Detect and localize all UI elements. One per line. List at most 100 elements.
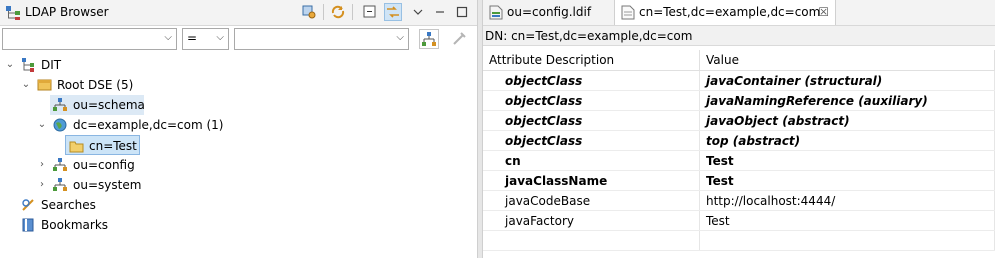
tab-ou-config-ldif[interactable]: ou=config.ldif: [483, 0, 611, 25]
table-row[interactable]: objectClass javaObject (abstract): [483, 110, 995, 131]
bookmarks-icon: [22, 218, 34, 232]
entry-file-icon: [621, 5, 635, 20]
clear-filter-button[interactable]: [449, 29, 469, 49]
chevron-down-icon: [413, 9, 423, 15]
tree-item-label: ou=config: [73, 158, 135, 172]
tree-item-label: dc=example,dc=com (1): [73, 118, 224, 132]
link-with-editor-icon: [302, 5, 316, 19]
link-with-editor-toggle[interactable]: [384, 3, 402, 21]
dit-icon: [22, 58, 34, 72]
link-icon: [387, 6, 399, 18]
searches-icon: [22, 199, 34, 211]
ldap-browser-tab-bar: LDAP Browser: [0, 0, 477, 26]
entry-editor: ou=config.ldif cn=Test,dc=example,dc=com…: [483, 0, 995, 258]
tree-item-label: ou=schema: [73, 98, 145, 112]
refresh-button[interactable]: [329, 3, 347, 21]
tree-filter-icon: [422, 32, 436, 46]
tree-item-dc-example[interactable]: ⌄ dc=example,dc=com (1): [0, 115, 477, 135]
column-header-value[interactable]: Value: [699, 50, 995, 71]
attribute-value[interactable]: javaObject (abstract): [699, 110, 995, 131]
ldif-file-icon: [489, 5, 503, 20]
tree-item-label: Root DSE (5): [57, 78, 134, 92]
empty-cell: [483, 230, 700, 251]
ldap-browser-icon: [6, 6, 20, 20]
maximize-icon: [456, 6, 468, 18]
editor-tab-bar: ou=config.ldif cn=Test,dc=example,dc=com…: [483, 0, 995, 26]
operator-combo[interactable]: = ⌵: [182, 28, 229, 50]
clear-filter-icon: [453, 32, 466, 45]
minimize-button[interactable]: [431, 3, 449, 21]
chevron-down-icon: ⌵: [216, 32, 224, 43]
tree-item-label: ou=system: [73, 178, 142, 192]
attribute-name: objectClass: [483, 90, 700, 111]
attribute-value[interactable]: javaContainer (structural): [699, 70, 995, 91]
empty-cell: [699, 230, 995, 251]
table-row[interactable]: javaCodeBase http://localhost:4444/: [483, 190, 995, 211]
tree-item-label: Searches: [41, 198, 96, 212]
attribute-value[interactable]: Test: [699, 170, 995, 191]
value-combo[interactable]: ⌵: [234, 28, 409, 50]
attribute-name: javaFactory: [483, 210, 700, 231]
tree-item-label: cn=Test: [89, 139, 137, 153]
chevron-down-icon[interactable]: ⌄: [20, 75, 32, 95]
root-dse-icon: [37, 79, 52, 91]
entry-dn: DN: cn=Test,dc=example,dc=com: [483, 26, 995, 46]
tree-item-dit[interactable]: ⌄ DIT: [0, 55, 477, 75]
chevron-down-icon: ⌵: [396, 32, 404, 43]
attribute-value[interactable]: Test: [699, 210, 995, 231]
folder-icon: [69, 141, 84, 153]
attribute-name: javaClassName: [483, 170, 700, 191]
tree-item-bookmarks[interactable]: Bookmarks: [0, 215, 477, 235]
chevron-down-icon[interactable]: ⌄: [36, 115, 48, 135]
attribute-value[interactable]: Test: [699, 150, 995, 171]
organizational-unit-icon: [53, 178, 67, 191]
attribute-name: objectClass: [483, 110, 700, 131]
table-row[interactable]: objectClass top (abstract): [483, 130, 995, 151]
tree-item-label: Bookmarks: [41, 218, 109, 232]
table-row[interactable]: objectClass javaContainer (structural): [483, 70, 995, 91]
table-row[interactable]: cn Test: [483, 150, 995, 171]
apply-filter-button[interactable]: [419, 29, 439, 49]
refresh-icon: [331, 5, 345, 19]
tree-item-cn-test[interactable]: cn=Test: [65, 135, 140, 155]
tree-item-ou-config[interactable]: › ou=config: [0, 155, 477, 175]
attribute-value[interactable]: http://localhost:4444/: [699, 190, 995, 211]
globe-icon: [53, 118, 67, 132]
organizational-unit-icon: [53, 158, 67, 171]
table-row[interactable]: objectClass javaNamingReference (auxilia…: [483, 90, 995, 111]
tree-item-searches[interactable]: Searches: [0, 195, 477, 215]
view-menu-button[interactable]: [409, 3, 427, 21]
collapse-all-button[interactable]: [361, 3, 379, 21]
column-header-description[interactable]: Attribute Description: [483, 50, 700, 71]
minimize-icon: [436, 11, 444, 13]
attribute-name: cn: [483, 150, 700, 171]
ldap-browser-title: LDAP Browser: [25, 5, 109, 19]
maximize-button[interactable]: [453, 3, 471, 21]
ldap-browser-view: LDAP Browser ⌵ = ⌵ ⌵ ⌄ DIT ⌄ Root DSE (5…: [0, 0, 477, 258]
attribute-value[interactable]: javaNamingReference (auxiliary): [699, 90, 995, 111]
tab-label: ou=config.ldif: [507, 5, 592, 19]
close-icon[interactable]: ☒: [818, 0, 829, 25]
table-row[interactable]: javaClassName Test: [483, 170, 995, 191]
attribute-value[interactable]: top (abstract): [699, 130, 995, 151]
tree-item-label: DIT: [41, 58, 62, 72]
attribute-name: javaCodeBase: [483, 190, 700, 211]
attribute-name: objectClass: [483, 70, 700, 91]
tree-item-ou-system[interactable]: › ou=system: [0, 175, 477, 195]
tab-cn-test-entry[interactable]: cn=Test,dc=example,dc=com ☒: [614, 0, 836, 25]
tab-label: cn=Test,dc=example,dc=com: [639, 5, 821, 19]
chevron-right-icon[interactable]: ›: [36, 175, 48, 195]
ldap-browser-tab[interactable]: LDAP Browser: [5, 3, 109, 22]
tree-item-root-dse[interactable]: ⌄ Root DSE (5): [0, 75, 477, 95]
link-with-editor-button[interactable]: [300, 3, 318, 21]
chevron-down-icon[interactable]: ⌄: [4, 55, 16, 75]
attribute-table: Attribute Description Value objectClass …: [483, 50, 995, 251]
chevron-right-icon[interactable]: ›: [36, 155, 48, 175]
attribute-combo[interactable]: ⌵: [2, 28, 177, 50]
tree-item-ou-schema[interactable]: ou=schema: [50, 95, 145, 115]
table-row-empty: [483, 230, 995, 251]
table-row[interactable]: javaFactory Test: [483, 210, 995, 231]
chevron-down-icon: ⌵: [164, 32, 172, 43]
operator-combo-value: =: [187, 31, 198, 45]
table-header-row: Attribute Description Value: [483, 50, 995, 71]
